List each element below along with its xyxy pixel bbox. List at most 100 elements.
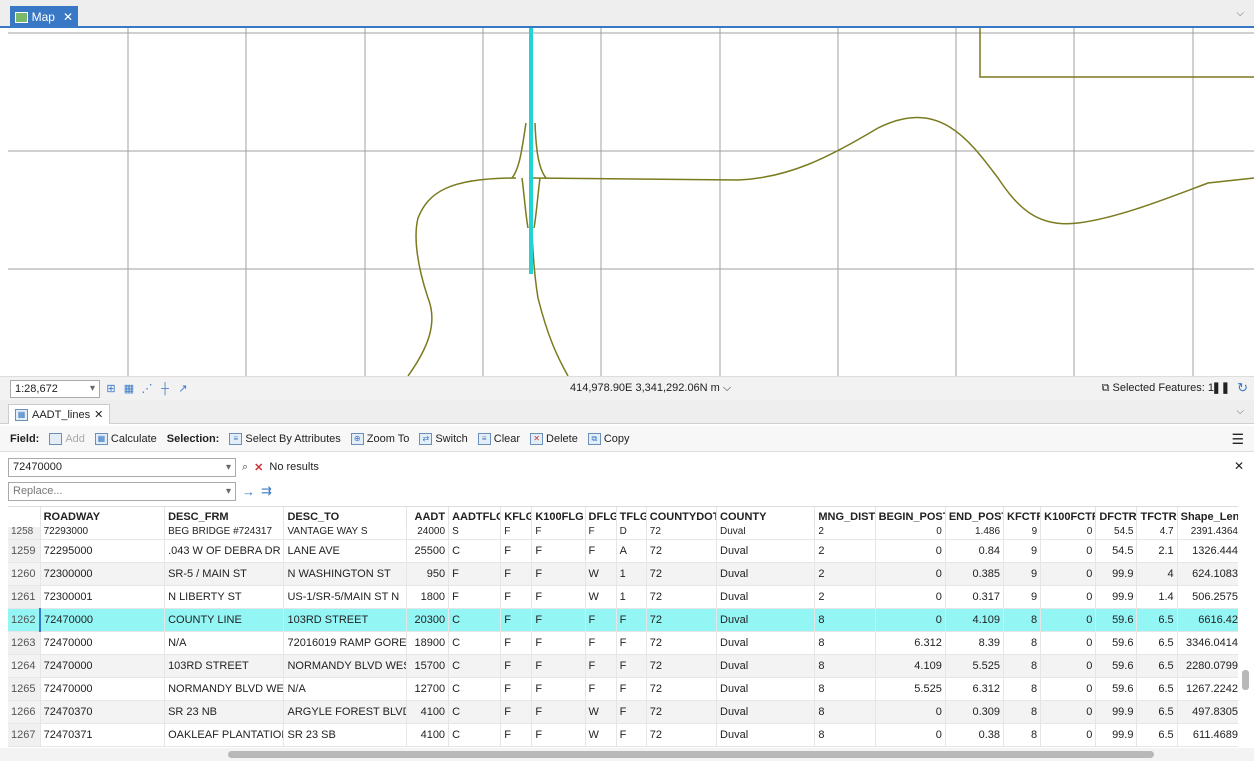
table-cell[interactable]: F xyxy=(500,562,533,586)
pause-icon[interactable]: ❚❚ xyxy=(1212,381,1230,394)
column-header[interactable]: MNG_DIST xyxy=(814,507,876,527)
table-cell[interactable]: 8 xyxy=(1003,723,1042,747)
table-cell[interactable]: 99.9 xyxy=(1095,700,1138,724)
table-cell[interactable]: .043 W OF DEBRA DR xyxy=(164,539,285,563)
table-cell[interactable]: 2391.4364 xyxy=(1177,527,1242,540)
table-cell[interactable]: 1326.444 xyxy=(1177,539,1242,563)
north-arrow-icon[interactable]: ↗ xyxy=(176,382,190,396)
table-row[interactable]: 1266 72470370 SR 23 NB ARGYLE FOREST BLVD 41… xyxy=(8,700,1242,724)
table-row[interactable]: 126572470000NORMANDY BLVD WESTN/A12700CF… xyxy=(8,677,1242,701)
table-cell[interactable]: 2.1 xyxy=(1136,539,1178,563)
table-cell[interactable]: F xyxy=(448,562,502,586)
vertical-scrollbar[interactable] xyxy=(1238,506,1254,748)
table-cell[interactable]: 15700 xyxy=(406,654,450,678)
table-cell[interactable]: 0.317 xyxy=(945,585,1005,609)
table-cell[interactable]: 72300000 xyxy=(40,562,166,586)
add-field-button[interactable]: Add xyxy=(49,432,85,445)
table-cell[interactable]: 0.385 xyxy=(945,562,1005,586)
vertical-scroll-thumb[interactable] xyxy=(1242,670,1249,690)
table-cell[interactable]: 24000 xyxy=(406,527,450,540)
table-cell[interactable]: 72 xyxy=(646,723,718,747)
table-cell[interactable]: C xyxy=(448,700,502,724)
row-number[interactable]: 1265 xyxy=(8,677,41,701)
table-cell[interactable]: N LIBERTY ST xyxy=(164,585,285,609)
table-cell[interactable]: 72 xyxy=(646,631,718,655)
table-cell[interactable]: F xyxy=(531,723,586,747)
column-header[interactable]: K100FCTR xyxy=(1040,507,1097,527)
table-cell[interactable]: 0 xyxy=(875,562,946,586)
table-cell[interactable]: F xyxy=(531,631,586,655)
table-cell[interactable]: Duval xyxy=(716,527,816,540)
table-cell[interactable]: 72470000 xyxy=(40,608,166,632)
zoom-to-button[interactable]: ⊕ Zoom To xyxy=(350,432,409,445)
table-cell[interactable]: F xyxy=(585,539,617,563)
table-cell[interactable]: A xyxy=(616,539,647,563)
table-cell[interactable]: F xyxy=(616,723,647,747)
table-cell[interactable]: F xyxy=(616,700,647,724)
column-header[interactable]: K100FLG xyxy=(531,507,586,527)
table-cell[interactable]: 54.5 xyxy=(1095,527,1138,540)
table-cell[interactable]: 72 xyxy=(646,562,718,586)
table-cell[interactable]: F xyxy=(585,677,617,701)
table-cell[interactable]: D xyxy=(616,527,647,540)
table-cell[interactable]: 6.5 xyxy=(1136,723,1178,747)
table-cell[interactable]: SR 23 SB xyxy=(283,723,407,747)
table-cell[interactable]: 1.486 xyxy=(945,527,1005,540)
chevron-down-icon[interactable]: ▾ xyxy=(226,462,231,473)
row-number[interactable]: 1266 xyxy=(8,700,41,724)
table-cell[interactable]: 4 xyxy=(1136,562,1178,586)
table-cell[interactable]: 103RD STREET xyxy=(164,654,285,678)
table-cell[interactable]: 72470000 xyxy=(40,631,166,655)
menu-icon[interactable]: ☰ xyxy=(1231,431,1244,448)
table-cell[interactable]: 8 xyxy=(814,700,876,724)
table-cell[interactable]: F xyxy=(500,677,533,701)
table-cell[interactable]: 3346.0414 xyxy=(1177,631,1242,655)
refresh-icon[interactable]: ↻ xyxy=(1237,380,1248,396)
table-cell[interactable]: C xyxy=(448,631,502,655)
column-header[interactable]: DFLG xyxy=(585,507,617,527)
row-number[interactable]: 1260 xyxy=(8,562,41,586)
table-cell[interactable]: F xyxy=(616,677,647,701)
table-cell[interactable]: 25500 xyxy=(406,539,450,563)
table-cell[interactable]: 18900 xyxy=(406,631,450,655)
table-row[interactable]: 1263 72470000 N/A 72016019 RAMP GORE 18900 C F… xyxy=(8,631,1242,655)
table-cell[interactable]: 0 xyxy=(1040,608,1097,632)
table-cell[interactable]: 9 xyxy=(1003,539,1042,563)
column-header[interactable]: DFCTR xyxy=(1095,507,1138,527)
table-cell[interactable]: 8 xyxy=(814,723,876,747)
table-cell[interactable]: 12700 xyxy=(406,677,450,701)
table-cell[interactable]: 59.6 xyxy=(1095,654,1138,678)
table-cell[interactable]: C xyxy=(448,677,502,701)
delete-button[interactable]: ✕ Delete xyxy=(530,432,578,445)
copy-button[interactable]: ⧉ Copy xyxy=(587,432,630,445)
table-cell[interactable]: 5.525 xyxy=(875,677,946,701)
column-header[interactable]: Shape_Leng xyxy=(1177,507,1242,527)
table-row[interactable]: 1264 72470000 103RD STREET NORMANDY BLVD WE… xyxy=(8,654,1242,678)
table-cell[interactable]: F xyxy=(531,539,586,563)
table-cell[interactable]: 72016019 RAMP GORE xyxy=(283,631,407,655)
table-cell[interactable]: F xyxy=(500,654,533,678)
table-cell[interactable]: F xyxy=(531,700,586,724)
table-cell[interactable]: 72 xyxy=(646,585,718,609)
table-cell[interactable]: 8 xyxy=(1003,677,1042,701)
chevron-down-icon[interactable]: ⌵ xyxy=(1236,8,1244,19)
table-cell[interactable]: 611.4689 xyxy=(1177,723,1242,747)
row-number[interactable]: 1267 xyxy=(8,723,41,747)
table-cell[interactable]: F xyxy=(448,585,502,609)
close-icon[interactable]: ✕ xyxy=(1234,459,1244,473)
table-cell[interactable]: 59.6 xyxy=(1095,677,1138,701)
column-header[interactable]: TFCTR xyxy=(1136,507,1178,527)
column-header[interactable]: ROADWAY xyxy=(40,507,166,527)
table-cell[interactable]: F xyxy=(500,527,533,540)
column-header[interactable]: KFLG xyxy=(500,507,533,527)
switch-button[interactable]: ⇄ Switch xyxy=(419,432,468,445)
table-cell[interactable]: 6.5 xyxy=(1136,677,1178,701)
column-header[interactable]: AADT xyxy=(406,507,450,527)
table-cell[interactable]: N/A xyxy=(164,631,285,655)
table-cell[interactable]: 0 xyxy=(1040,539,1097,563)
table-cell[interactable]: LANE AVE xyxy=(283,539,407,563)
table-cell[interactable]: 4.109 xyxy=(945,608,1005,632)
close-icon[interactable]: ✕ xyxy=(94,408,103,421)
table-cell[interactable]: 72 xyxy=(646,677,718,701)
table-cell[interactable]: 72 xyxy=(646,654,718,678)
